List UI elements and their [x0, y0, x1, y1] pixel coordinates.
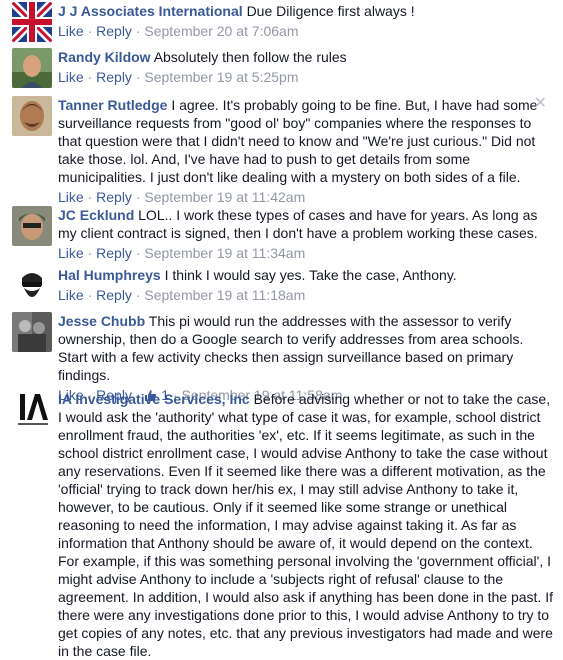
reply-link[interactable]: Reply — [96, 245, 132, 261]
comment-content: Tanner Rutledge I agree. It's probably g… — [58, 96, 553, 206]
comment-actions: Like · Reply · September 19 at 5:25pm — [58, 68, 553, 86]
comment-text: Before advising whether or not to take t… — [58, 391, 553, 659]
separator: · — [83, 189, 97, 205]
avatar[interactable] — [12, 390, 52, 430]
avatar[interactable] — [12, 2, 52, 42]
comment-timestamp[interactable]: September 19 at 11:42am — [144, 189, 305, 205]
comment-timestamp[interactable]: September 19 at 5:25pm — [144, 69, 298, 85]
avatar[interactable] — [12, 48, 52, 88]
comment-author[interactable]: Tanner Rutledge — [58, 97, 167, 113]
comment-text: Absolutely then follow the rules — [153, 49, 347, 65]
comment-timestamp[interactable]: September 20 at 7:06am — [144, 23, 298, 39]
comment-content: Randy Kildow Absolutely then follow the … — [58, 48, 553, 86]
separator: · — [83, 287, 97, 303]
like-link[interactable]: Like — [58, 189, 84, 205]
comment-actions: Like · Reply · September 19 at 11:18am — [58, 286, 553, 304]
comment-author[interactable]: Jesse Chubb — [58, 313, 145, 329]
reply-link[interactable]: Reply — [96, 287, 132, 303]
comment-timestamp[interactable]: September 19 at 11:18am — [144, 287, 305, 303]
comment-author[interactable]: Randy Kildow — [58, 49, 151, 65]
reply-link[interactable]: Reply — [96, 69, 132, 85]
separator: · — [83, 23, 97, 39]
separator: · — [83, 245, 97, 261]
like-link[interactable]: Like — [58, 69, 84, 85]
comment-text: I think I would say yes. Take the case, … — [164, 267, 457, 283]
comment-actions: Like · Reply · September 19 at 11:34am — [58, 244, 553, 262]
comment-content: JC Ecklund LOL.. I work these types of c… — [58, 206, 553, 262]
separator: · — [83, 69, 97, 85]
avatar[interactable] — [12, 96, 52, 136]
avatar[interactable] — [12, 312, 52, 352]
like-link[interactable]: Like — [58, 23, 84, 39]
like-link[interactable]: Like — [58, 245, 84, 261]
comment-actions: Like · Reply · September 20 at 7:06am — [58, 22, 553, 40]
reply-link[interactable]: Reply — [96, 23, 132, 39]
comment-author[interactable]: Hal Humphreys — [58, 267, 161, 283]
separator: · — [131, 189, 145, 205]
comment-author[interactable]: J J Associates International — [58, 3, 243, 19]
comment-author[interactable]: IA Investigative Services, Inc — [58, 391, 250, 407]
separator: · — [131, 69, 145, 85]
comment-text: Due Diligence first always ! — [246, 3, 415, 19]
avatar[interactable] — [12, 206, 52, 246]
comment-content: J J Associates International Due Diligen… — [58, 2, 553, 40]
like-link[interactable]: Like — [58, 287, 84, 303]
avatar[interactable] — [12, 266, 52, 306]
close-icon[interactable]: ✕ — [534, 96, 547, 112]
separator: · — [131, 23, 145, 39]
comment-content: Hal Humphreys I think I would say yes. T… — [58, 266, 553, 304]
comment-actions: Like · Reply · September 19 at 11:42am — [58, 188, 553, 206]
separator: · — [131, 287, 145, 303]
comment-timestamp[interactable]: September 19 at 11:34am — [144, 245, 305, 261]
comment-author[interactable]: JC Ecklund — [58, 207, 134, 223]
separator: · — [131, 245, 145, 261]
comment-content: IA Investigative Services, Inc Before ad… — [58, 390, 553, 660]
reply-link[interactable]: Reply — [96, 189, 132, 205]
